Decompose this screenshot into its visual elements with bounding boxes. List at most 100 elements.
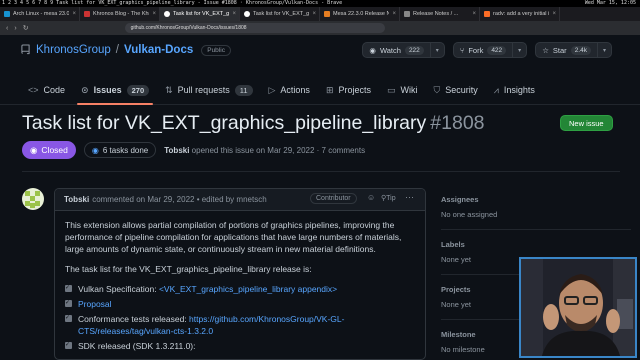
tab-favicon-icon xyxy=(404,11,410,17)
visibility-badge: Public xyxy=(201,44,231,56)
repo-owner-link[interactable]: KhronosGroup xyxy=(36,44,111,56)
assignees-section: Assignees No one assigned xyxy=(441,195,631,230)
tab-wiki[interactable]: ▭ Wiki xyxy=(379,75,426,105)
avatar[interactable] xyxy=(22,188,44,210)
task-checkbox[interactable] xyxy=(65,282,72,294)
reload-icon[interactable]: ↻ xyxy=(23,24,29,32)
new-issue-button[interactable]: New issue xyxy=(560,115,613,131)
code-icon: <> xyxy=(28,85,39,95)
tab-label: Security xyxy=(445,85,478,95)
star-count: 2.4k xyxy=(570,45,591,55)
divider xyxy=(22,171,620,172)
tasks-done-text: 6 tasks done xyxy=(102,145,149,155)
address-bar[interactable]: github.com/KhronosGroup/Vulkan-Docs/issu… xyxy=(124,23,385,33)
webcam-overlay xyxy=(519,257,637,358)
play-icon: ▷ xyxy=(268,84,276,95)
task-item: SDK released (SDK 1.3.211.0): xyxy=(65,339,415,352)
chevron-down-icon[interactable]: ▾ xyxy=(596,43,611,57)
tab-actions[interactable]: ▷ Actions xyxy=(261,75,318,105)
progress-circle-icon: ◉ xyxy=(91,145,99,155)
browser-tab[interactable]: radv: add a very initial implem...× xyxy=(480,7,560,21)
close-icon[interactable]: × xyxy=(152,11,156,17)
browser-tab[interactable]: Task list for VK_EXT_graphics_pipeline× xyxy=(240,7,320,21)
browser-tab[interactable]: Khronos Blog - The Khronos Group× xyxy=(80,7,160,21)
watch-count: 222 xyxy=(404,45,424,55)
repo-header: KhronosGroup / Vulkan-Docs Public ◉ Watch… xyxy=(0,35,640,105)
table-icon: ⊞ xyxy=(325,84,334,95)
tab-insights[interactable]: ⩘ Insights xyxy=(486,75,543,105)
comment-paragraph: This extension allows partial compilatio… xyxy=(65,220,402,254)
status-badge: ◉ Closed xyxy=(22,141,76,159)
close-icon[interactable]: × xyxy=(552,11,556,17)
task-checkbox[interactable] xyxy=(65,297,72,309)
github-favicon-icon xyxy=(164,11,170,17)
forward-icon[interactable]: › xyxy=(14,25,16,32)
fork-icon: ⑂ xyxy=(459,45,465,55)
fork-count: 422 xyxy=(487,45,507,55)
star-label: Star xyxy=(552,45,567,55)
tab-title: Mesa 22.3.0 Release Notes xyxy=(333,11,389,17)
tab-code[interactable]: <> Code xyxy=(20,75,73,105)
close-icon[interactable]: × xyxy=(472,11,476,17)
tab-favicon-icon xyxy=(4,11,10,17)
contributor-badge: Contributor xyxy=(310,193,357,204)
issue-number: #1808 xyxy=(430,112,485,134)
section-value: No one assigned xyxy=(441,210,498,219)
task-checkbox[interactable] xyxy=(65,339,72,351)
tab-security[interactable]: ⛉ Security xyxy=(426,75,486,105)
star-button-group: ☆ Star 2.4k ▾ xyxy=(535,42,612,58)
browser-tab[interactable]: Mesa 22.3.0 Release Notes× xyxy=(320,7,400,21)
comment-body: This extension allows partial compilatio… xyxy=(55,211,425,359)
watch-button[interactable]: ◉ Watch 222 xyxy=(363,43,429,57)
tasks-done-badge[interactable]: ◉ 6 tasks done xyxy=(83,142,157,158)
repo-nav: <> Code ⊙ Issues 270 ⇅ Pull requests 11 ▷ Acti… xyxy=(20,75,543,105)
task-checkbox[interactable] xyxy=(65,312,72,324)
watch-label: Watch xyxy=(379,45,401,55)
issue-title: Task list for VK_EXT_graphics_pipeline_l… xyxy=(22,112,485,135)
back-icon[interactable]: ‹ xyxy=(6,25,8,32)
browser-tab[interactable]: Arch Linux - mesa 23.0.0-2 (x86_64)× xyxy=(0,7,80,21)
task-link[interactable]: Proposal xyxy=(78,299,112,309)
kebab-icon[interactable]: ··· xyxy=(405,192,414,202)
opened-text: opened this issue on Mar 29, 2022 · 7 co… xyxy=(191,145,366,155)
close-icon[interactable]: × xyxy=(72,11,76,17)
tab-projects[interactable]: ⊞ Projects xyxy=(318,75,379,105)
close-icon[interactable]: × xyxy=(232,11,236,17)
tab-title: Release Notes / ... xyxy=(413,11,459,17)
webcam-person-image xyxy=(521,259,635,356)
issues-count: 270 xyxy=(126,84,150,96)
repo-actions: ◉ Watch 222 ▾ ⑂ Fork 422 ▾ ☆ Star 2.4k ▾ xyxy=(362,42,612,58)
shield-icon: ⛉ xyxy=(433,84,441,95)
smiley-icon[interactable]: ☺ xyxy=(367,193,375,202)
close-icon[interactable]: × xyxy=(392,11,396,17)
chevron-down-icon[interactable]: ▾ xyxy=(512,43,526,57)
task-item: Vulkan Specification: <VK_EXT_graphics_p… xyxy=(65,282,415,295)
browser-tab[interactable]: Release Notes / ... × xyxy=(400,7,480,21)
comment-author-link[interactable]: Tobski xyxy=(64,195,89,204)
issue-author-link[interactable]: Tobski xyxy=(164,146,189,155)
tab-label: Projects xyxy=(338,85,371,95)
section-title: Labels xyxy=(441,240,465,249)
task-item: Conformance tests released: https://gith… xyxy=(65,312,415,337)
browser-tab-active[interactable]: Task list for VK_EXT_graphics_pipeline× xyxy=(160,7,240,21)
tab-favicon-icon xyxy=(324,11,330,17)
tip-button[interactable]: ⚲Tip xyxy=(381,194,396,202)
close-icon[interactable]: × xyxy=(312,11,316,17)
tab-issues[interactable]: ⊙ Issues 270 xyxy=(73,75,157,105)
repo-name-link[interactable]: Vulkan-Docs xyxy=(124,44,193,56)
fork-button[interactable]: ⑂ Fork 422 xyxy=(454,43,512,57)
github-favicon-icon xyxy=(244,11,250,17)
tab-pull-requests[interactable]: ⇅ Pull requests 11 xyxy=(157,75,260,105)
chevron-down-icon[interactable]: ▾ xyxy=(429,43,444,57)
tab-label: Pull requests xyxy=(177,85,230,95)
task-text: Vulkan Specification: xyxy=(78,284,159,294)
graph-icon: ⩘ xyxy=(493,84,499,95)
tab-label: Code xyxy=(43,85,66,95)
comment-meta[interactable]: commented on Mar 29, 2022 • edited by mn… xyxy=(92,195,266,204)
section-title: Assignees xyxy=(441,195,479,204)
star-button[interactable]: ☆ Star 2.4k xyxy=(536,43,597,57)
comment-paragraph: The task list for the VK_EXT_graphics_pi… xyxy=(65,264,312,274)
tab-title: Task list for VK_EXT_graphics_pipeline xyxy=(173,11,230,17)
issue-title-text: Task list for VK_EXT_graphics_pipeline_l… xyxy=(22,112,427,134)
task-link[interactable]: <VK_EXT_graphics_pipeline_library append… xyxy=(159,284,337,294)
